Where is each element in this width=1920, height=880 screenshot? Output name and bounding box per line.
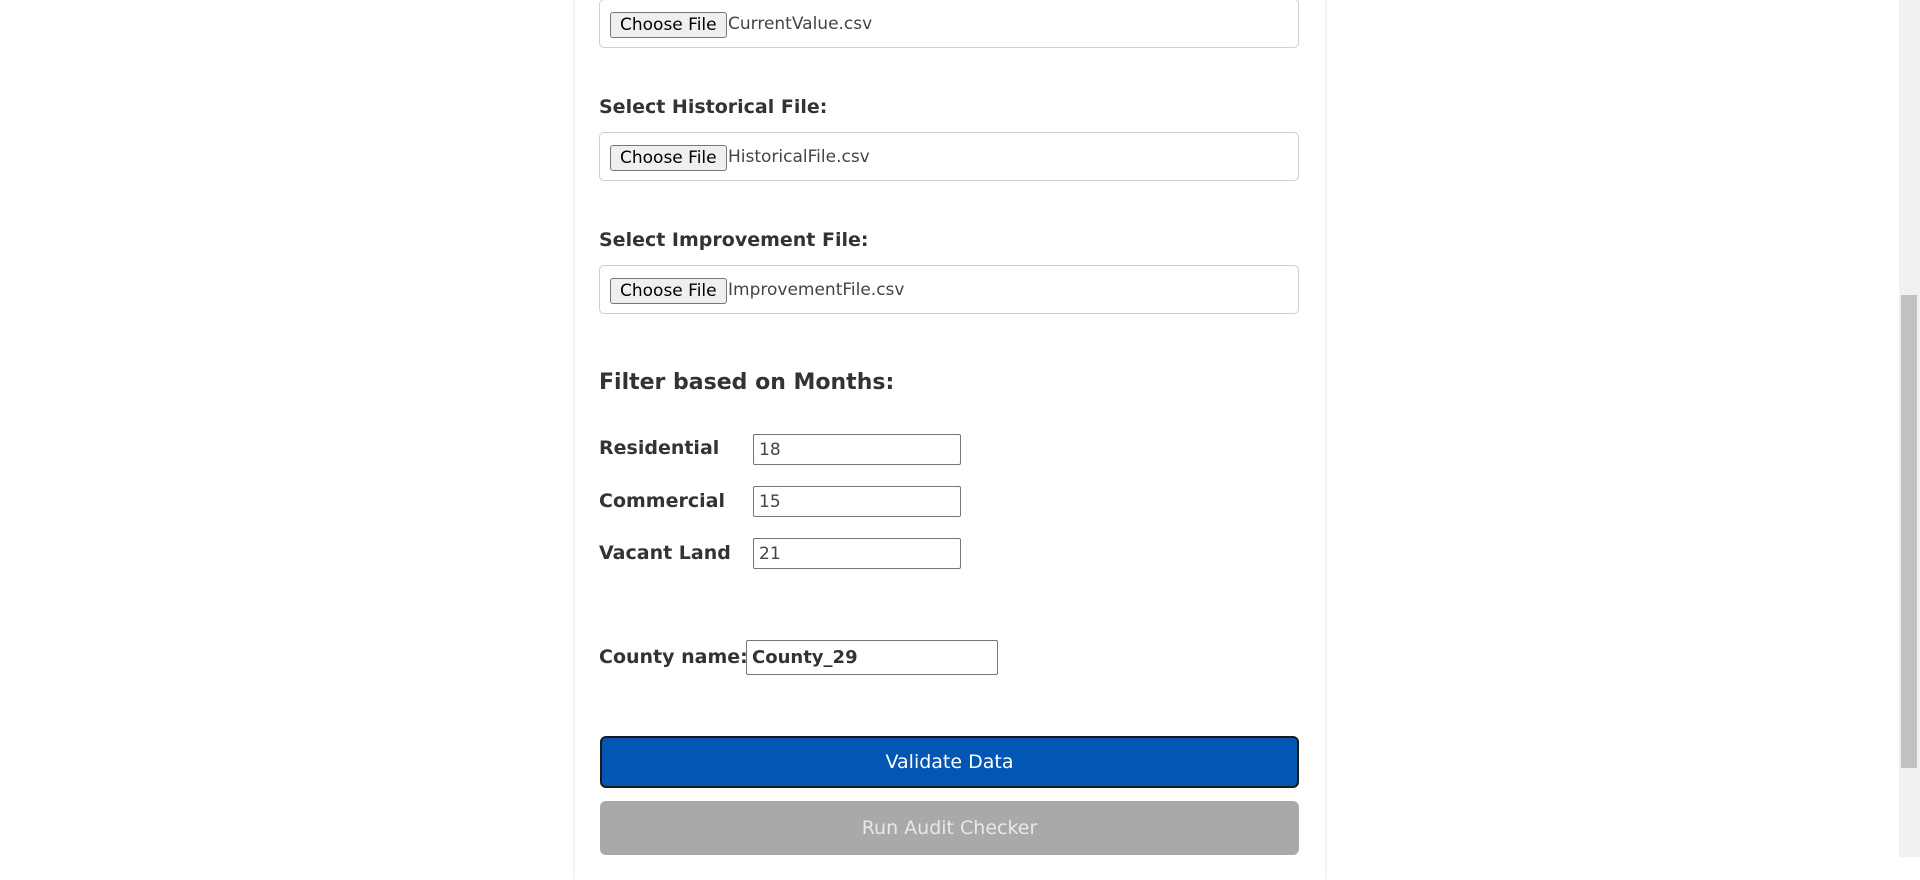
- choose-file-button[interactable]: Choose File: [610, 12, 727, 38]
- selected-file-name: CurrentValue.csv: [728, 14, 873, 34]
- commercial-label: Commercial: [599, 490, 725, 512]
- county-name-label: County name:: [599, 646, 748, 668]
- vacant-land-months-input[interactable]: [753, 538, 961, 569]
- historical-file-input[interactable]: Choose File HistoricalFile.csv: [599, 132, 1299, 181]
- vertical-scrollbar[interactable]: [1899, 0, 1920, 857]
- improvement-file-input[interactable]: Choose File ImprovementFile.csv: [599, 265, 1299, 314]
- selected-file-name: ImprovementFile.csv: [728, 280, 905, 300]
- improvement-file-label: Select Improvement File:: [599, 229, 869, 251]
- vacant-land-label: Vacant Land: [599, 542, 731, 564]
- current-value-file-input[interactable]: Choose File CurrentValue.csv: [599, 0, 1299, 48]
- selected-file-name: HistoricalFile.csv: [728, 147, 870, 167]
- scrollbar-thumb[interactable]: [1901, 295, 1917, 768]
- choose-file-button[interactable]: Choose File: [610, 145, 727, 171]
- county-name-input[interactable]: [746, 640, 998, 675]
- choose-file-button[interactable]: Choose File: [610, 278, 727, 304]
- residential-months-input[interactable]: [753, 434, 961, 465]
- commercial-months-input[interactable]: [753, 486, 961, 517]
- validate-data-button[interactable]: Validate Data: [600, 736, 1299, 788]
- residential-label: Residential: [599, 437, 720, 459]
- historical-file-label: Select Historical File:: [599, 96, 828, 118]
- filter-months-heading: Filter based on Months:: [599, 370, 895, 395]
- run-audit-checker-button[interactable]: Run Audit Checker: [600, 801, 1299, 855]
